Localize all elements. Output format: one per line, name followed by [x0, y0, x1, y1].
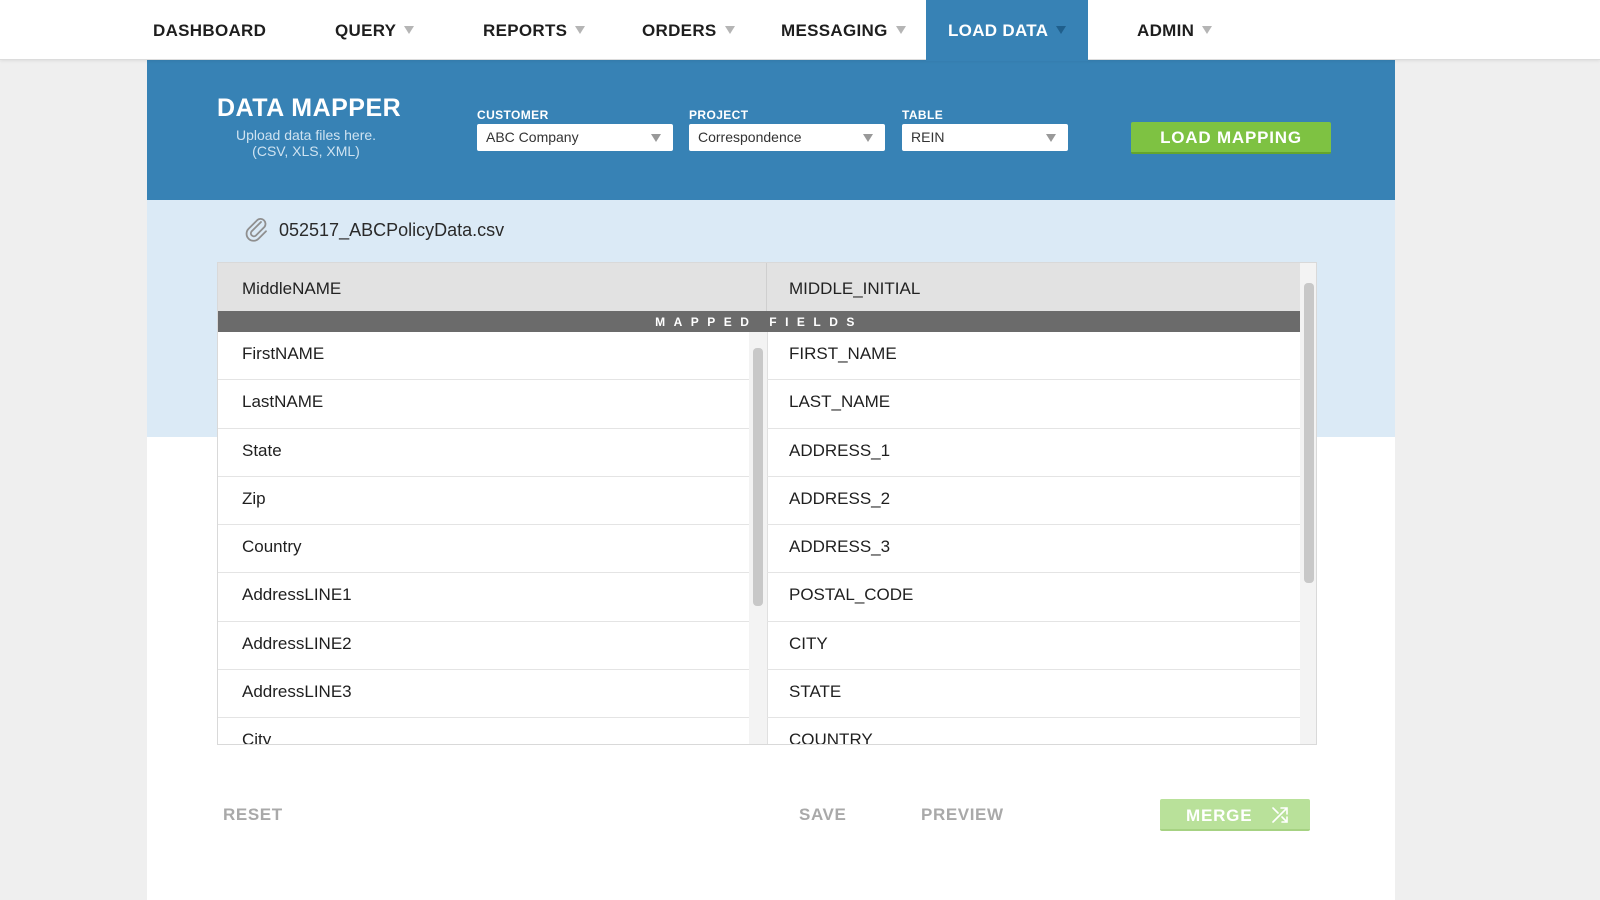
merge-button[interactable]: MERGE — [1160, 799, 1310, 831]
chevron-down-icon — [404, 26, 415, 34]
target-field-row[interactable]: POSTAL_CODE — [767, 573, 1300, 622]
source-scrollbar-thumb[interactable] — [753, 348, 763, 606]
chevron-down-icon — [1046, 134, 1056, 142]
data-mapper-panel: DATA MAPPER Upload data files here. (CSV… — [147, 60, 1395, 900]
source-field-row[interactable]: FirstNAME — [218, 332, 749, 381]
nav-reports-label: REPORTS — [483, 21, 568, 40]
target-field-row[interactable]: FIRST_NAME — [767, 332, 1300, 381]
nav-reports[interactable]: REPORTS — [483, 0, 586, 60]
nav-admin[interactable]: ADMIN — [1137, 0, 1213, 60]
source-fields-list: FirstNAME LastNAME State Zip Country Add… — [218, 332, 749, 744]
nav-query[interactable]: QUERY — [335, 0, 415, 60]
mapping-table: MiddleNAME MIDDLE_INITIAL MAPPED FIELDS … — [217, 262, 1317, 745]
chevron-down-icon — [895, 26, 906, 34]
nav-dashboard-label: DASHBOARD — [153, 21, 267, 40]
source-field-row[interactable]: City — [218, 718, 749, 744]
nav-orders[interactable]: ORDERS — [642, 0, 735, 60]
mapper-header: DATA MAPPER Upload data files here. (CSV… — [147, 60, 1395, 200]
target-field-row[interactable]: ADDRESS_2 — [767, 477, 1300, 526]
table-header: MiddleNAME MIDDLE_INITIAL — [218, 263, 1316, 311]
file-name: 052517_ABCPolicyData.csv — [279, 219, 505, 240]
customer-select[interactable]: ABC Company — [477, 124, 673, 151]
table-value: REIN — [911, 129, 945, 145]
target-field-row[interactable]: ADDRESS_1 — [767, 429, 1300, 477]
nav-admin-label: ADMIN — [1137, 21, 1195, 40]
nav-load-data-label: LOAD DATA — [948, 21, 1049, 40]
chevron-down-icon — [1202, 26, 1213, 34]
uploaded-file[interactable]: 052517_ABCPolicyData.csv — [245, 216, 504, 244]
nav-orders-label: ORDERS — [642, 21, 717, 40]
mapped-fields-divider: MAPPED FIELDS — [218, 311, 1300, 332]
source-field-row[interactable]: Country — [218, 525, 749, 574]
merge-label: MERGE — [1186, 806, 1253, 825]
table-label: TABLE — [902, 108, 944, 122]
nav-query-label: QUERY — [335, 21, 397, 40]
nav-messaging[interactable]: MESSAGING — [781, 0, 906, 60]
reset-button[interactable]: RESET — [223, 805, 283, 825]
upload-hint-line2: (CSV, XLS, XML) — [252, 143, 360, 159]
page-title: DATA MAPPER — [217, 94, 402, 122]
target-field-row[interactable]: STATE — [767, 670, 1300, 719]
customer-value: ABC Company — [486, 129, 579, 145]
upload-hint-line1: Upload data files here. — [235, 127, 377, 143]
nav-load-data[interactable]: LOAD DATA — [926, 0, 1089, 61]
project-select[interactable]: Correspondence — [689, 124, 885, 151]
source-field-row[interactable]: State — [218, 429, 749, 477]
top-navigation: DASHBOARD QUERY REPORTS ORDERS MESSAGING… — [0, 0, 1600, 61]
target-field-row[interactable]: LAST_NAME — [767, 380, 1300, 429]
source-field-row[interactable]: Zip — [218, 477, 749, 526]
shuffle-icon — [1272, 807, 1288, 823]
target-field-row[interactable]: ADDRESS_3 — [767, 525, 1300, 574]
table-select[interactable]: REIN — [902, 124, 1068, 151]
source-field-row[interactable]: AddressLINE3 — [218, 670, 749, 719]
customer-label: CUSTOMER — [477, 108, 549, 122]
header-target-field[interactable]: MIDDLE_INITIAL — [767, 263, 1300, 311]
project-value: Correspondence — [698, 129, 802, 145]
chevron-down-icon — [575, 26, 586, 34]
header-source-field[interactable]: MiddleNAME — [218, 263, 767, 311]
target-field-row[interactable]: COUNTRY — [767, 718, 1300, 744]
preview-button[interactable]: PREVIEW — [921, 805, 1004, 825]
project-label: PROJECT — [689, 108, 749, 122]
chevron-down-icon — [724, 26, 735, 34]
nav-dashboard[interactable]: DASHBOARD — [153, 0, 266, 60]
source-field-row[interactable]: LastNAME — [218, 380, 749, 429]
nav-messaging-label: MESSAGING — [781, 21, 888, 40]
source-field-row[interactable]: AddressLINE1 — [218, 573, 749, 622]
load-mapping-button[interactable]: LOAD MAPPING — [1131, 122, 1331, 154]
target-scrollbar-track[interactable] — [1300, 263, 1316, 744]
target-fields-list: FIRST_NAME LAST_NAME ADDRESS_1 ADDRESS_2… — [767, 332, 1300, 744]
chevron-down-icon — [1056, 26, 1067, 34]
chevron-down-icon — [651, 134, 661, 142]
chevron-down-icon — [863, 134, 873, 142]
source-scrollbar-track[interactable] — [749, 332, 767, 744]
source-field-row[interactable]: AddressLINE2 — [218, 622, 749, 671]
target-field-row[interactable]: CITY — [767, 622, 1300, 671]
target-scrollbar-thumb[interactable] — [1304, 283, 1314, 583]
upload-hint: Upload data files here. (CSV, XLS, XML) — [211, 127, 401, 159]
paperclip-icon — [245, 218, 267, 242]
save-button[interactable]: SAVE — [799, 805, 846, 825]
